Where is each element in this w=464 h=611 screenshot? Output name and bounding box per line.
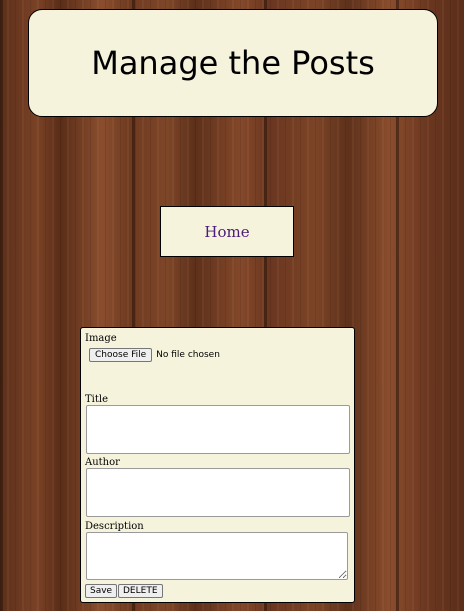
image-file-input: Choose File No file chosen — [89, 348, 220, 362]
nav-box: Home — [160, 206, 294, 257]
file-status-text: No file chosen — [156, 350, 220, 360]
home-link[interactable]: Home — [204, 223, 249, 241]
page-header: Manage the Posts — [28, 9, 438, 117]
image-label: Image — [85, 333, 117, 344]
description-label: Description — [85, 521, 144, 532]
title-input[interactable] — [86, 405, 350, 454]
description-textarea[interactable] — [86, 532, 348, 580]
title-label: Title — [85, 394, 109, 405]
delete-button[interactable]: DELETE — [118, 584, 163, 598]
choose-file-button[interactable]: Choose File — [89, 348, 153, 362]
post-form: Image Choose File No file chosen Title A… — [80, 327, 355, 603]
page-title: Manage the Posts — [91, 44, 375, 82]
author-input[interactable] — [86, 468, 350, 517]
save-button[interactable]: Save — [85, 584, 118, 598]
author-label: Author — [85, 457, 120, 468]
